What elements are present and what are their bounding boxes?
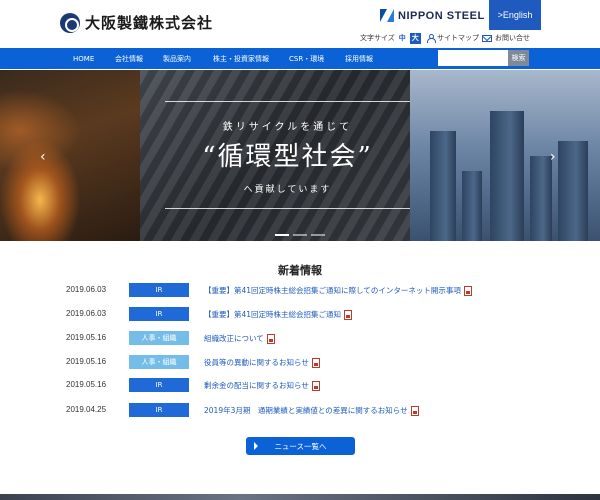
hero-subtitle: 鉄リサイクルを通じて [222,122,353,133]
news-item: 2019.05.16 人事・組織 役員等の異動に関するお知らせ [0,355,600,371]
font-size-medium-button[interactable]: 中 [397,33,408,44]
company-logo-icon [60,12,80,33]
news-date: 2019.05.16 [66,357,107,366]
search-input[interactable] [438,50,508,66]
nippon-steel-icon [380,9,394,22]
nav-item-recruit[interactable]: 採用情報 [345,48,373,69]
search-button[interactable]: 検索 [508,50,529,66]
news-section-title: 新着情報 [278,264,322,277]
carousel-next-icon[interactable]: › [550,150,560,164]
pdf-icon [410,405,419,416]
pdf-icon [344,309,353,320]
news-category-badge: 人事・組織 [129,355,189,369]
pdf-icon [311,357,320,368]
hero-divider-bottom [165,208,410,209]
news-link[interactable]: 役員等の異動に関するお知らせ [204,357,320,368]
news-item: 2019.06.03 IR 【重要】第41回定時株主総会招集ご通知に際してのイン… [0,283,600,299]
nav-item-products[interactable]: 製品案内 [163,48,191,69]
nippon-steel-logo[interactable]: NIPPON STEEL [380,9,485,22]
nippon-steel-text: NIPPON STEEL [398,9,485,22]
nav-item-company[interactable]: 会社情報 [115,48,143,69]
font-size-control: 文字サイズ 中 大 [360,32,421,44]
news-category-badge: IR [129,307,189,321]
pdf-icon [266,333,275,344]
hero-title: “循環型社会” [202,142,373,172]
news-date: 2019.06.03 [66,285,107,294]
news-link[interactable]: 【重要】第41回定時株主総会招集ご通知に際してのインターネット開示事項 [204,285,472,296]
news-list-button[interactable]: ニュース一覧へ [246,437,355,455]
news-date: 2019.05.16 [66,380,107,389]
company-logo[interactable]: 大阪製鐵株式会社 [60,12,213,33]
mail-icon [482,34,492,42]
contact-label: お問い合せ [495,34,530,42]
hero-image-furnace [0,70,140,241]
carousel-dot[interactable] [275,234,289,236]
nav-item-home[interactable]: HOME [73,48,94,69]
carousel-prev-icon[interactable]: ‹ [40,150,50,164]
site-header: 大阪製鐵株式会社 NIPPON STEEL >English 文字サイズ 中 大… [0,0,600,46]
news-category-badge: IR [129,403,189,417]
news-item: 2019.06.03 IR 【重要】第41回定時株主総会招集ご通知 [0,307,600,323]
news-category-badge: 人事・組織 [129,331,189,345]
news-category-badge: IR [129,378,189,392]
news-list-label: ニュース一覧へ [274,441,327,451]
news-link[interactable]: 組織改正について [204,333,275,344]
news-item: 2019.04.25 IR 2019年3月期 通期業績と実績値との差異に関するお… [0,403,600,419]
news-link[interactable]: 【重要】第41回定時株主総会招集ご通知 [204,309,353,320]
carousel-dot[interactable] [311,234,325,236]
news-date: 2019.06.03 [66,309,107,318]
footer-image-strip [0,494,600,500]
play-arrow-icon [254,442,258,450]
news-item: 2019.05.16 IR 剰余金の配当に関するお知らせ [0,378,600,394]
sitemap-link[interactable]: サイトマップ [427,32,479,44]
contact-link[interactable]: お問い合せ [482,32,530,44]
news-category-badge: IR [129,283,189,297]
nav-item-csr[interactable]: CSR・環境 [289,48,324,69]
nav-item-investors[interactable]: 株主・投資家情報 [213,48,269,69]
news-link[interactable]: 剰余金の配当に関するお知らせ [204,380,320,391]
sitemap-label: サイトマップ [437,34,479,42]
font-size-label: 文字サイズ [360,34,395,42]
pdf-icon [311,380,320,391]
hero-image-city [410,70,600,241]
sitemap-icon [427,34,436,43]
hero-divider-top [165,101,410,102]
company-name: 大阪製鐵株式会社 [85,14,214,32]
news-item: 2019.05.16 人事・組織 組織改正について [0,331,600,347]
pdf-icon [463,285,472,296]
hero-caption: へ貢献しています [243,185,332,195]
news-date: 2019.05.16 [66,333,107,342]
english-button[interactable]: >English [489,0,541,30]
carousel-dot[interactable] [293,234,307,236]
news-date: 2019.04.25 [66,405,107,414]
font-size-large-button[interactable]: 大 [409,32,421,44]
news-link[interactable]: 2019年3月期 通期業績と実績値との差異に関するお知らせ [204,405,419,416]
